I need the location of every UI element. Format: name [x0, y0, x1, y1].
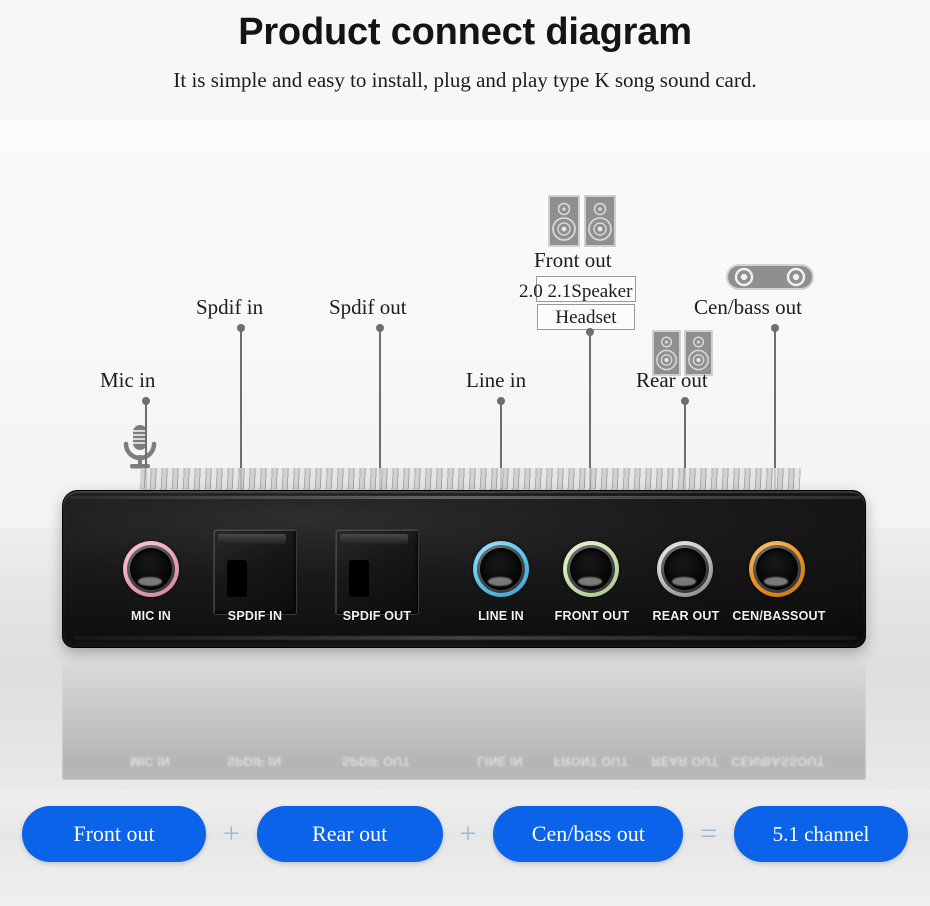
port-rear-out[interactable] [657, 541, 713, 597]
page-header: Product connect diagram It is simple and… [0, 0, 930, 120]
front-out-speaker-label: 2.0 2.1Speaker [519, 281, 633, 302]
port-mic-in[interactable] [123, 541, 179, 597]
speaker-pair-icon-front [548, 195, 618, 247]
device-body: MIC IN SPDIF IN SPDIF OUT LINE IN FRONT … [62, 490, 866, 648]
port-cen-bass-out[interactable] [749, 541, 805, 597]
channel-formula-bar: Front out + Rear out + Cen/bass out = 5.… [0, 790, 930, 906]
sound-card-device: MIC IN SPDIF IN SPDIF OUT LINE IN FRONT … [62, 468, 866, 648]
callout-label-spdif-in: Spdif in [196, 295, 264, 319]
formula-result-5-1-channel[interactable]: 5.1 channel [733, 806, 908, 862]
port-label-spdif-in: SPDIF IN [227, 609, 283, 623]
port-label-mic-in: MIC IN [130, 609, 172, 623]
port-label-line-in: LINE IN [478, 609, 524, 623]
formula-equals: = [700, 817, 718, 850]
subwoofer-bar-icon [726, 264, 814, 290]
formula-plus-1: + [222, 817, 240, 850]
callout-label-cen-bass-out: Cen/bass out [694, 295, 802, 319]
port-label-spdif-out: SPDIF OUT [342, 609, 412, 623]
port-label-rear-out: REAR OUT [652, 609, 720, 623]
diagram-stage: Mic in Spdif in Spdif out Line in Front … [0, 120, 930, 790]
device-bottom-highlight [73, 636, 857, 640]
callout-label-spdif-out: Spdif out [329, 295, 407, 319]
port-spdif-out[interactable] [335, 529, 419, 615]
port-spdif-in[interactable] [213, 529, 297, 615]
page-subtitle: It is simple and easy to install, plug a… [173, 68, 757, 92]
callout-label-front-out: Front out [534, 248, 612, 272]
page-title: Product connect diagram [238, 11, 692, 53]
port-label-cen-bass-out: CEN/BASSOUT [732, 609, 826, 623]
callout-label-mic-in: Mic in [100, 368, 156, 392]
port-front-out[interactable] [563, 541, 619, 597]
callout-label-line-in: Line in [466, 368, 527, 392]
front-out-headset-box: Headset [537, 304, 635, 330]
device-top-highlight [69, 496, 861, 499]
port-label-front-out: FRONT OUT [554, 609, 630, 623]
formula-term-rear-out[interactable]: Rear out [256, 806, 443, 862]
port-line-in[interactable] [473, 541, 529, 597]
formula-term-cen-bass-out[interactable]: Cen/bass out [493, 806, 684, 862]
microphone-icon [118, 422, 162, 472]
formula-plus-2: + [459, 817, 477, 850]
formula-term-front-out[interactable]: Front out [22, 806, 206, 862]
callout-label-rear-out: Rear out [636, 368, 708, 392]
